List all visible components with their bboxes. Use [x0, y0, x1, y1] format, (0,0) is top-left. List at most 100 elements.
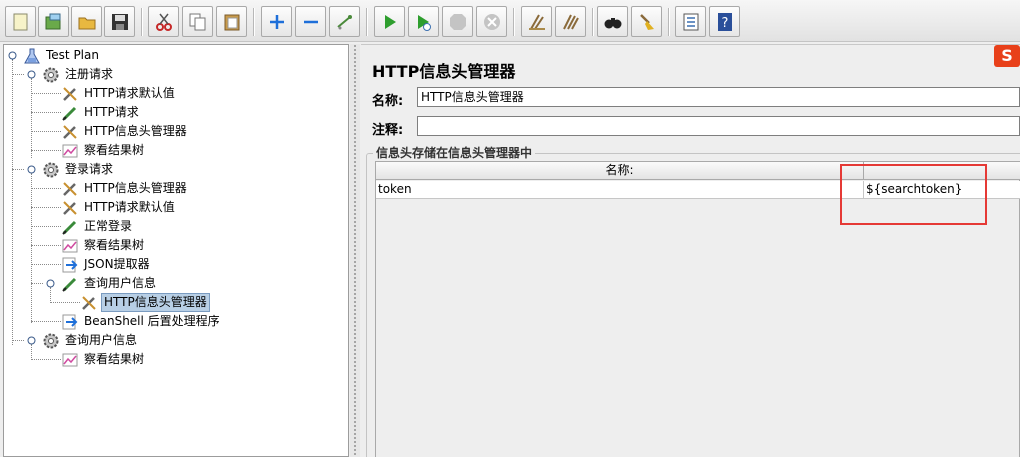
toggle-icon — [337, 15, 352, 30]
tree-connector — [31, 283, 43, 284]
tree-connector — [12, 340, 24, 341]
tree-node-label: HTTP请求默认值 — [84, 200, 175, 214]
wrench-screwdriver-icon — [63, 201, 77, 215]
toolbar: ? — [0, 0, 1020, 42]
save-icon — [112, 14, 128, 30]
tree-node-label: 登录请求 — [65, 162, 114, 176]
search-button[interactable] — [597, 6, 628, 37]
tree-node-label: 察看结果树 — [84, 352, 145, 366]
wrench-screwdriver-icon — [82, 296, 96, 310]
wrench-screwdriver-icon — [63, 125, 77, 139]
tree-connector — [50, 287, 51, 303]
tree-node-label: HTTP信息头管理器 — [84, 181, 187, 195]
tree-toggle-icon[interactable] — [46, 279, 55, 288]
wrench-screwdriver-icon — [63, 182, 77, 196]
gear-icon — [43, 333, 59, 349]
help-button[interactable]: ? — [709, 6, 740, 37]
paste-button[interactable] — [216, 6, 247, 37]
arrow-right-icon — [62, 257, 78, 273]
new-button[interactable] — [5, 6, 36, 37]
tree-node-label: 查询用户信息 — [84, 276, 157, 290]
expand-button[interactable] — [261, 6, 292, 37]
toolbar-separator — [141, 8, 143, 36]
start-button[interactable] — [374, 6, 405, 37]
function-helper-icon — [683, 13, 699, 31]
tree-node-label: 察看结果树 — [84, 143, 145, 157]
tree-connector — [12, 169, 24, 170]
tree-connector — [31, 207, 61, 208]
toolbar-separator — [513, 8, 515, 36]
split-pane-divider[interactable] — [350, 44, 360, 457]
toggle-button[interactable] — [329, 6, 360, 37]
stop-icon — [450, 14, 466, 30]
ime-logo-icon: S — [994, 45, 1020, 67]
flask-icon — [24, 48, 40, 64]
reset-search-button[interactable] — [631, 6, 662, 37]
tree-connector — [50, 302, 80, 303]
header-manager-panel: HTTP信息头管理器 S 名称: HTTP信息头管理器 注释: 信息头存储在信息… — [361, 44, 1020, 457]
comment-label: 注释: — [372, 123, 404, 138]
tree-connector — [31, 112, 61, 113]
open-button[interactable] — [71, 6, 102, 37]
comment-field[interactable] — [417, 116, 1020, 136]
tree-toggle-icon[interactable] — [27, 165, 36, 174]
column-header-name[interactable]: 名称: — [376, 162, 864, 180]
tree-toggle-icon[interactable] — [27, 70, 36, 79]
tree-connector — [12, 74, 24, 75]
pipette-icon — [62, 277, 77, 292]
stop-button[interactable] — [442, 6, 473, 37]
annotation-highlight-box — [840, 164, 987, 225]
tree-node-label: BeanShell 后置处理程序 — [84, 314, 220, 328]
tree-connector — [31, 245, 61, 246]
tree-node-label: HTTP请求 — [84, 105, 139, 119]
tree-node-label: 注册请求 — [65, 67, 114, 81]
tree-connector — [31, 264, 61, 265]
shutdown-button[interactable] — [476, 6, 507, 37]
pipette-icon — [62, 106, 77, 121]
tree-node-label: HTTP信息头管理器 — [101, 293, 210, 312]
tree-connector — [31, 93, 61, 94]
toolbar-separator — [592, 8, 594, 36]
tree-connector — [31, 131, 61, 132]
pipette-icon — [62, 220, 77, 235]
save-button[interactable] — [104, 6, 135, 37]
name-field[interactable]: HTTP信息头管理器 — [417, 87, 1020, 107]
arrow-right-icon — [62, 314, 78, 330]
clear-button[interactable] — [521, 6, 552, 37]
tree-node-label: 正常登录 — [84, 219, 133, 233]
wrench-screwdriver-icon — [63, 87, 77, 101]
search-icon — [604, 18, 622, 29]
chart-icon — [62, 144, 78, 158]
expand-icon — [270, 15, 284, 29]
templates-button[interactable] — [38, 6, 69, 37]
headers-group-title: 信息头存储在信息头管理器中 — [373, 144, 536, 161]
toolbar-separator — [668, 8, 670, 36]
start-icon — [385, 15, 396, 29]
cut-button[interactable] — [148, 6, 179, 37]
function-helper-button[interactable] — [675, 6, 706, 37]
tree-toggle-icon[interactable] — [27, 336, 36, 345]
start-no-pause-button[interactable] — [408, 6, 439, 37]
tree-toggle-icon[interactable] — [8, 51, 17, 60]
collapse-icon — [304, 20, 318, 24]
chart-icon — [62, 239, 78, 253]
toolbar-separator — [253, 8, 255, 36]
svg-text:?: ? — [722, 16, 729, 31]
tree-connector — [31, 188, 61, 189]
start-no-pause-icon — [418, 15, 431, 31]
tree-node-label: HTTP信息头管理器 — [84, 124, 187, 138]
templates-icon — [45, 13, 61, 30]
gear-icon — [43, 67, 59, 83]
new-icon — [13, 13, 28, 31]
tree-connector — [31, 226, 61, 227]
gear-icon — [43, 162, 59, 178]
table-cell-name[interactable]: token — [376, 181, 864, 199]
tree-connector — [31, 359, 61, 360]
tree-connector — [31, 321, 61, 322]
clear-all-button[interactable] — [555, 6, 586, 37]
shutdown-icon — [484, 14, 500, 30]
tree-node-label: 察看结果树 — [84, 238, 145, 252]
copy-button[interactable] — [182, 6, 213, 37]
collapse-button[interactable] — [295, 6, 326, 37]
tree-connector — [31, 173, 32, 323]
